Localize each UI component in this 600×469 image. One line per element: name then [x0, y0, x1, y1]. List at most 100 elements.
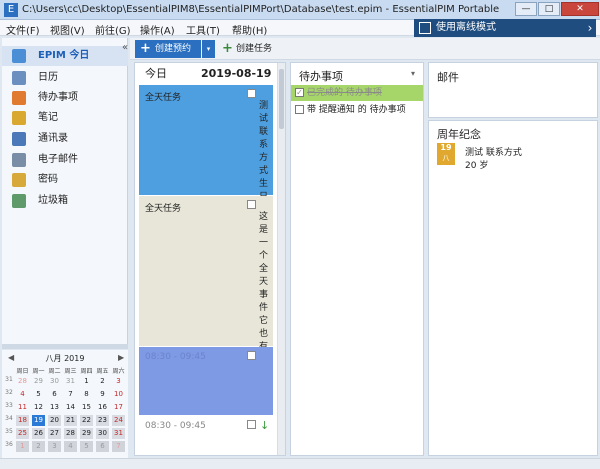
- event-label: 全天任务: [145, 204, 182, 214]
- calendar-day[interactable]: 15: [80, 402, 93, 413]
- calendar-day[interactable]: 6: [96, 441, 109, 452]
- task-checkbox[interactable]: ✓: [295, 88, 304, 97]
- home-icon: [12, 49, 26, 63]
- event-checkbox[interactable]: [247, 351, 256, 360]
- weekday-header: 周日: [16, 368, 29, 375]
- calendar-day[interactable]: 31: [64, 376, 77, 387]
- status-bar: [0, 458, 600, 469]
- calendar-day[interactable]: 2: [96, 376, 109, 387]
- calendar-day[interactable]: 1: [80, 376, 93, 387]
- calendar-day[interactable]: 14: [64, 402, 77, 413]
- calendar-day[interactable]: 19: [32, 415, 45, 426]
- calendar-day[interactable]: 30: [96, 428, 109, 439]
- calendar-day[interactable]: 24: [112, 415, 125, 426]
- weekday-header: 周四: [80, 368, 93, 375]
- mini-calendar-month: 八月 2019: [45, 354, 85, 363]
- sidebar-item-notes[interactable]: 笔记: [2, 108, 128, 128]
- sidebar-item-label: 日历: [38, 72, 58, 83]
- today-scrollbar[interactable]: [277, 63, 285, 455]
- calendar-day[interactable]: 10: [112, 389, 125, 400]
- mini-calendar: ◀ 八月 2019 ▶ 周日 周一 周二 周三 周四 周五 周六 31 28 29 30 31 1 2 3 3…: [2, 350, 128, 468]
- calendar-day[interactable]: 23: [96, 415, 109, 426]
- calendar-day[interactable]: 22: [80, 415, 93, 426]
- menu-file[interactable]: 文件(F): [6, 22, 40, 37]
- calendar-day[interactable]: 29: [80, 428, 93, 439]
- calendar-day[interactable]: 25: [16, 428, 29, 439]
- calendar-day[interactable]: 8: [80, 389, 93, 400]
- calendar-day[interactable]: 30: [48, 376, 61, 387]
- offline-mode-button[interactable]: 使用离线模式: [414, 19, 584, 37]
- sidebar-item-label: 通讯录: [38, 133, 68, 144]
- calendar-day[interactable]: 26: [32, 428, 45, 439]
- calendar-day[interactable]: 4: [16, 389, 29, 400]
- scrollbar-thumb[interactable]: [279, 69, 284, 129]
- calendar-day[interactable]: 3: [48, 441, 61, 452]
- menu-view[interactable]: 视图(V): [50, 22, 85, 37]
- sidebar-item-contacts[interactable]: 通讯录: [2, 129, 128, 149]
- menu-actions[interactable]: 操作(A): [140, 22, 175, 37]
- contacts-icon: [12, 132, 26, 146]
- next-month-button[interactable]: ▶: [118, 353, 124, 362]
- close-button[interactable]: ✕: [561, 2, 599, 16]
- task-text: 已完成的 待办事项: [307, 88, 382, 98]
- event-item[interactable]: 全天任务 测试联系方式生日: [139, 85, 273, 202]
- task-item[interactable]: ✓ 已完成的 待办事项: [291, 85, 423, 101]
- calendar-day[interactable]: 12: [32, 402, 45, 413]
- calendar-day[interactable]: 2: [32, 441, 45, 452]
- event-checkbox[interactable]: [247, 200, 256, 209]
- calendar-day[interactable]: 7: [64, 389, 77, 400]
- collapse-sidebar-button[interactable]: «: [122, 42, 128, 53]
- event-item[interactable]: 08:30 - 09:45 ↓: [139, 416, 273, 452]
- task-item[interactable]: 带 提醒通知 的 待办事项: [291, 102, 423, 118]
- tasks-filter-dropdown[interactable]: ▾: [411, 69, 415, 78]
- sidebar-item-label: 垃圾箱: [38, 195, 68, 206]
- calendar-day[interactable]: 27: [48, 428, 61, 439]
- calendar-day[interactable]: 16: [96, 402, 109, 413]
- menu-help[interactable]: 帮助(H): [232, 22, 267, 37]
- calendar-day[interactable]: 3: [112, 376, 125, 387]
- sidebar-splitter[interactable]: [2, 344, 128, 349]
- sidebar-item-tasks[interactable]: 待办事项: [2, 88, 128, 108]
- menu-go[interactable]: 前往(G): [95, 22, 131, 37]
- calendar-day[interactable]: 29: [32, 376, 45, 387]
- sidebar-item-today[interactable]: EPIM 今日: [2, 46, 128, 66]
- calendar-day[interactable]: 6: [48, 389, 61, 400]
- calendar-day[interactable]: 31: [112, 428, 125, 439]
- icon-day: 19: [440, 143, 452, 152]
- calendar-day[interactable]: 20: [48, 415, 61, 426]
- new-appointment-button[interactable]: + 创建预约: [135, 40, 201, 58]
- sidebar-item-passwords[interactable]: 密码: [2, 170, 128, 190]
- event-item[interactable]: 08:30 - 09:45: [139, 347, 273, 415]
- calendar-day[interactable]: 4: [64, 441, 77, 452]
- calendar-day[interactable]: 17: [112, 402, 125, 413]
- chevron-right-icon[interactable]: ›: [584, 19, 596, 37]
- anniversary-title: 周年纪念: [437, 128, 481, 141]
- calendar-day[interactable]: 11: [16, 402, 29, 413]
- trash-icon: [12, 194, 26, 208]
- calendar-day[interactable]: 5: [80, 441, 93, 452]
- new-appointment-dropdown[interactable]: ▾: [202, 40, 215, 58]
- event-checkbox[interactable]: [247, 89, 256, 98]
- calendar-day[interactable]: 21: [64, 415, 77, 426]
- calendar-day[interactable]: 1: [16, 441, 29, 452]
- sidebar-item-email[interactable]: 电子邮件: [2, 150, 128, 170]
- sidebar-item-calendar[interactable]: 日历: [2, 68, 128, 88]
- sidebar-item-trash[interactable]: 垃圾箱: [2, 191, 128, 211]
- minimize-button[interactable]: —: [515, 2, 537, 16]
- event-checkbox[interactable]: [247, 420, 256, 429]
- calendar-day[interactable]: 18: [16, 415, 29, 426]
- calendar-day[interactable]: 28: [16, 376, 29, 387]
- anniversary-name[interactable]: 测试 联系方式: [465, 145, 522, 158]
- tasks-panel: 待办事项 ▾ ✓ 已完成的 待办事项 带 提醒通知 的 待办事项: [290, 62, 424, 456]
- calendar-day[interactable]: 13: [48, 402, 61, 413]
- new-task-label: 创建任务: [236, 44, 273, 54]
- menu-tools[interactable]: 工具(T): [186, 22, 220, 37]
- calendar-day[interactable]: 28: [64, 428, 77, 439]
- task-checkbox[interactable]: [295, 105, 304, 114]
- new-task-button[interactable]: + 创建任务: [220, 40, 272, 58]
- event-item[interactable]: 全天任务 这是一个全天事件它也有: [139, 196, 273, 352]
- calendar-day[interactable]: 9: [96, 389, 109, 400]
- maximize-button[interactable]: □: [538, 2, 560, 16]
- calendar-day[interactable]: 7: [112, 441, 125, 452]
- calendar-day[interactable]: 5: [32, 389, 45, 400]
